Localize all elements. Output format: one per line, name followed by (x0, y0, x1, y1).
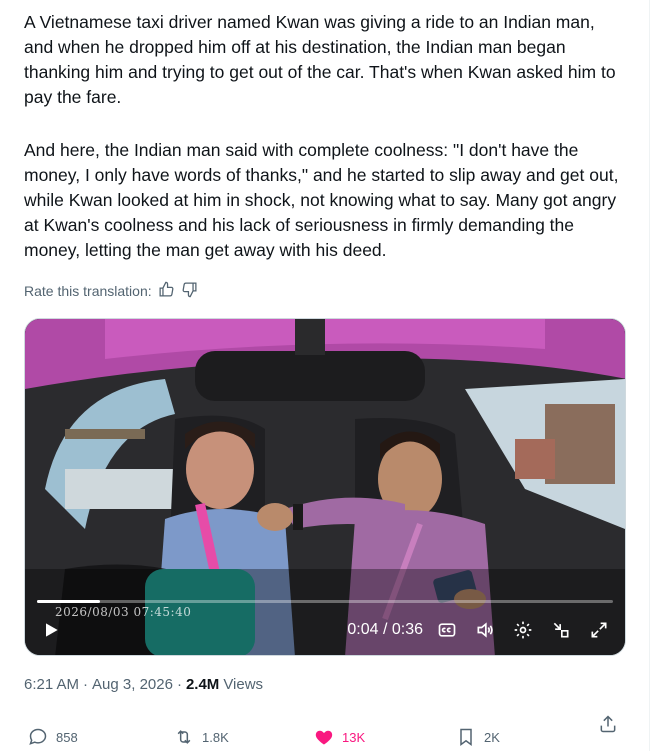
play-icon[interactable] (37, 616, 65, 644)
video-progress-fill (37, 600, 101, 603)
captions-icon[interactable] (433, 616, 461, 644)
video-controls: 0:04 / 0:36 (25, 605, 625, 655)
rate-translation: Rate this translation: (24, 281, 198, 301)
bookmark-count: 2K (484, 729, 500, 745)
meta-separator: · (83, 676, 89, 693)
repost-count: 1.8K (202, 729, 229, 745)
reply-icon (29, 728, 47, 745)
post-time[interactable]: 6:21 AM (24, 676, 79, 693)
bookmark-button[interactable]: 2K (456, 727, 500, 747)
views-count: 2.4M (185, 676, 220, 693)
like-count: 13K (342, 729, 366, 745)
views-label: Views (223, 676, 264, 693)
repost-button[interactable]: 1.8K (174, 727, 229, 747)
video-player[interactable]: 2026/08/03 07:45:40 0:04 / 0:36 (24, 318, 626, 656)
meta-separator: · (176, 676, 182, 693)
share-button[interactable] (598, 714, 618, 734)
reply-count: 858 (56, 729, 78, 745)
rate-translation-label: Rate this translation: (24, 283, 152, 299)
video-time-display: 0:04 / 0:36 (347, 621, 423, 638)
post-text-paragraph-1: A Vietnamese taxi driver named Kwan was … (24, 12, 616, 107)
post-text-paragraph-2: And here, the Indian man said with compl… (24, 140, 619, 260)
reply-button[interactable]: 858 (28, 727, 78, 747)
volume-icon[interactable] (471, 616, 499, 644)
video-progress-bar[interactable] (37, 600, 613, 603)
heart-icon (315, 730, 333, 745)
action-bar: 858 1.8K 13K 2K (24, 715, 629, 750)
fullscreen-icon[interactable] (585, 616, 613, 644)
repost-icon (177, 730, 191, 744)
post-container: A Vietnamese taxi driver named Kwan was … (0, 0, 650, 751)
bookmark-icon (460, 728, 472, 746)
share-icon (600, 715, 616, 733)
like-button[interactable]: 13K (314, 727, 365, 747)
thumbs-down-icon[interactable] (181, 281, 198, 301)
post-meta: 6:21 AM · Aug 3, 2026 · 2.4M Views (24, 676, 263, 693)
thumbs-up-icon[interactable] (158, 281, 175, 301)
settings-icon[interactable] (509, 616, 537, 644)
video-right-controls (433, 616, 613, 644)
minimize-icon[interactable] (547, 616, 575, 644)
post-date[interactable]: Aug 3, 2026 (92, 676, 173, 693)
